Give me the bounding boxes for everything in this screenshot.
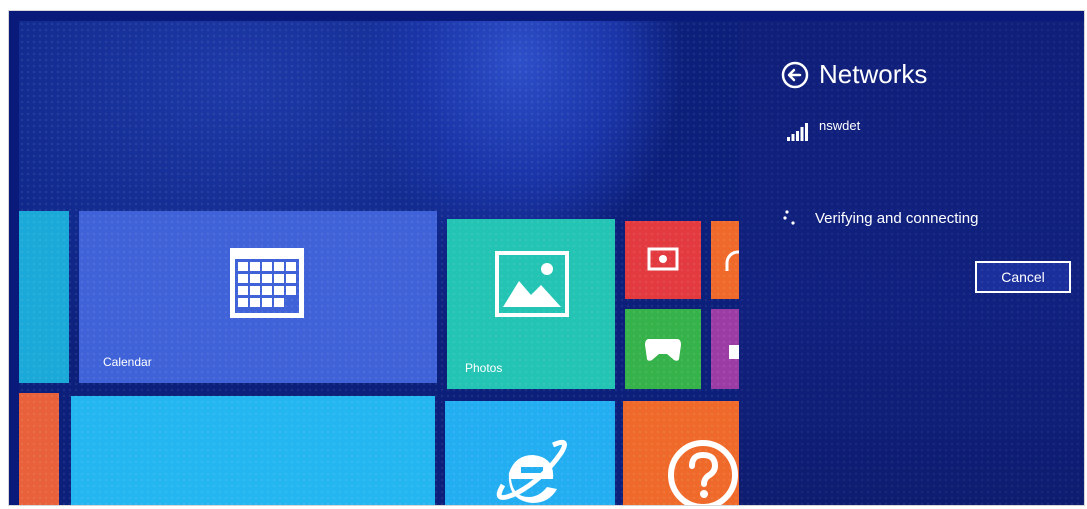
tile-music[interactable] — [711, 221, 739, 299]
tile-partial-left-orange[interactable] — [19, 393, 59, 505]
photos-icon — [495, 251, 569, 317]
internet-explorer-icon — [496, 439, 568, 503]
start-screen: Calendar Photos — [19, 21, 739, 505]
camera-icon — [729, 345, 739, 359]
back-arrow-icon[interactable] — [781, 61, 809, 89]
network-item[interactable]: nswdet — [787, 118, 860, 141]
tile-photos[interactable]: Photos — [447, 219, 615, 389]
tile-wide-blue[interactable] — [71, 396, 435, 505]
tile-internet-explorer[interactable] — [445, 401, 615, 505]
calendar-icon — [230, 248, 304, 318]
tile-camera[interactable] — [711, 309, 739, 389]
screen-frame: Calendar Photos Networks nswdet Verifyin… — [8, 10, 1085, 506]
network-name: nswdet — [819, 118, 861, 133]
tile-help-tips[interactable] — [623, 401, 739, 505]
tile-calendar-label: Calendar — [103, 355, 152, 369]
xbox-controller-icon — [645, 339, 681, 361]
status-text: Verifying and connecting — [815, 209, 979, 227]
cancel-button[interactable]: Cancel — [975, 261, 1071, 293]
headphones-icon — [725, 250, 739, 271]
tile-photos-label: Photos — [465, 361, 503, 375]
tile-games[interactable] — [625, 309, 701, 389]
video-icon — [647, 247, 679, 271]
tile-calendar[interactable]: Calendar — [79, 211, 437, 383]
wifi-signal-icon — [787, 123, 808, 141]
tile-video[interactable] — [625, 221, 701, 299]
spinner-icon — [783, 210, 795, 225]
connection-status: Verifying and connecting — [783, 209, 978, 227]
networks-title: Networks — [819, 59, 928, 89]
help-icon — [668, 440, 738, 505]
networks-pane: Networks nswdet Verifying and connecting… — [739, 21, 1084, 505]
tile-partial-left-blue[interactable] — [19, 211, 69, 383]
networks-back-header[interactable]: Networks — [781, 59, 927, 90]
